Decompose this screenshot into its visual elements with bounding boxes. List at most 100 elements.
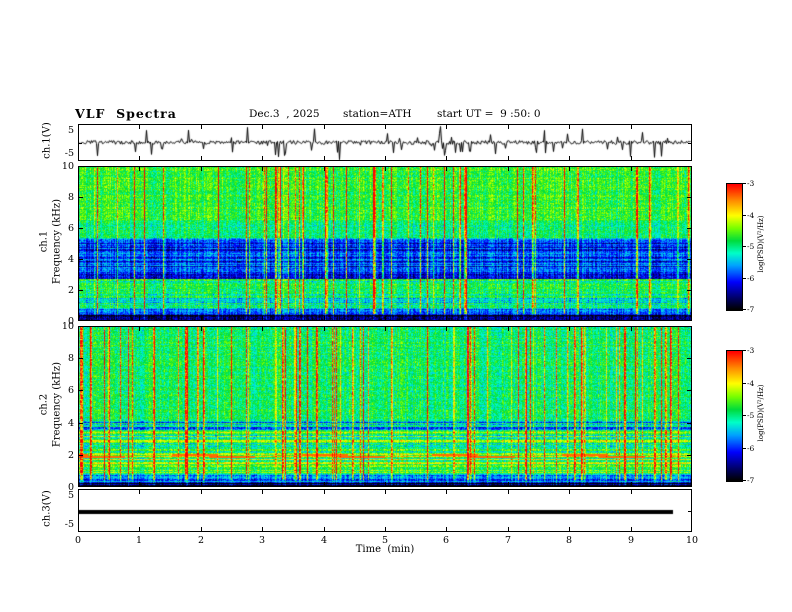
tick-mark xyxy=(385,327,386,331)
tick-mark xyxy=(569,316,570,320)
tick-mark xyxy=(446,125,447,129)
tick-mark xyxy=(262,490,263,494)
tick-mark xyxy=(743,183,746,184)
tick-mark xyxy=(201,527,202,531)
tick-label: 8 xyxy=(67,353,74,364)
tick-mark xyxy=(687,259,691,260)
tick-mark xyxy=(569,156,570,160)
tick-mark xyxy=(139,125,140,129)
ch3-waveform-canvas xyxy=(79,490,691,531)
tick-mark xyxy=(743,246,746,247)
tick-mark xyxy=(262,156,263,160)
tick-mark xyxy=(446,316,447,320)
ch2-spec-channel-label: ch.2 xyxy=(38,393,50,416)
date-label: Dec.3 , 2025 xyxy=(249,108,320,120)
tick-label: 10 xyxy=(61,161,74,172)
tick-mark xyxy=(631,156,632,160)
tick-mark xyxy=(79,511,82,512)
tick-mark xyxy=(385,167,386,171)
start-time-label: start UT = 9 :50: 0 xyxy=(437,108,541,120)
tick-mark xyxy=(743,480,746,481)
tick-label: 4 xyxy=(67,254,74,265)
ch1-spectrogram-canvas xyxy=(79,167,691,320)
tick-mark xyxy=(201,125,202,129)
tick-mark xyxy=(569,167,570,171)
tick-mark xyxy=(446,327,447,331)
tick-label: 6 xyxy=(67,385,74,396)
tick-label: 8 xyxy=(67,192,74,203)
tick-label: -5 xyxy=(64,148,74,159)
tick-mark xyxy=(262,482,263,486)
tick-mark xyxy=(508,490,509,494)
tick-mark xyxy=(687,197,691,198)
tick-mark xyxy=(631,490,632,494)
tick-mark xyxy=(79,455,83,456)
tick-mark xyxy=(743,350,746,351)
tick-mark xyxy=(631,327,632,331)
tick-label: -3 xyxy=(747,179,755,188)
tick-mark xyxy=(262,125,263,129)
tick-mark xyxy=(139,482,140,486)
ch3-waveform-panel xyxy=(78,489,692,532)
tick-mark xyxy=(569,527,570,531)
tick-mark xyxy=(324,482,325,486)
tick-mark xyxy=(324,156,325,160)
tick-label: 6 xyxy=(442,535,450,546)
tick-label: 6 xyxy=(67,223,74,234)
tick-label: 10 xyxy=(685,535,699,546)
tick-mark xyxy=(201,316,202,320)
tick-mark xyxy=(79,423,83,424)
tick-mark xyxy=(508,482,509,486)
tick-mark xyxy=(569,490,570,494)
tick-mark xyxy=(688,511,691,512)
tick-mark xyxy=(201,167,202,171)
tick-mark xyxy=(446,527,447,531)
tick-mark xyxy=(201,490,202,494)
tick-mark xyxy=(446,490,447,494)
tick-mark xyxy=(139,327,140,331)
tick-mark xyxy=(139,156,140,160)
tick-mark xyxy=(262,316,263,320)
tick-mark xyxy=(262,167,263,171)
tick-mark xyxy=(687,358,691,359)
tick-mark xyxy=(139,490,140,494)
tick-mark xyxy=(79,197,83,198)
tick-label: 10 xyxy=(61,321,74,332)
tick-mark xyxy=(79,259,83,260)
tick-mark xyxy=(324,167,325,171)
tick-label: 8 xyxy=(565,535,573,546)
tick-mark xyxy=(324,316,325,320)
tick-label: -4 xyxy=(747,211,755,220)
colorbar-ch1-canvas xyxy=(727,184,742,310)
tick-mark xyxy=(687,228,691,229)
tick-mark xyxy=(446,156,447,160)
tick-mark xyxy=(201,156,202,160)
tick-mark xyxy=(139,316,140,320)
tick-mark xyxy=(324,527,325,531)
tick-label: -3 xyxy=(747,346,755,355)
ch1-voltage-axis-label: ch.1(V) xyxy=(41,122,53,159)
tick-mark xyxy=(569,125,570,129)
ch2-spectrogram-panel xyxy=(78,326,692,487)
tick-mark xyxy=(688,143,691,144)
ch1-waveform-canvas xyxy=(79,125,691,160)
tick-mark xyxy=(324,125,325,129)
tick-mark xyxy=(687,390,691,391)
tick-mark xyxy=(631,316,632,320)
tick-mark xyxy=(631,125,632,129)
tick-mark xyxy=(631,482,632,486)
tick-mark xyxy=(385,527,386,531)
tick-label: 4 xyxy=(67,418,74,429)
tick-label: 9 xyxy=(627,535,635,546)
tick-label: 7 xyxy=(504,535,512,546)
tick-mark xyxy=(385,156,386,160)
tick-label: 1 xyxy=(135,535,143,546)
tick-mark xyxy=(508,316,509,320)
tick-mark xyxy=(385,125,386,129)
tick-mark xyxy=(687,455,691,456)
tick-mark xyxy=(79,390,83,391)
figure-title: VLF Spectra xyxy=(75,106,177,121)
tick-mark xyxy=(508,327,509,331)
tick-mark xyxy=(324,490,325,494)
tick-mark xyxy=(139,167,140,171)
